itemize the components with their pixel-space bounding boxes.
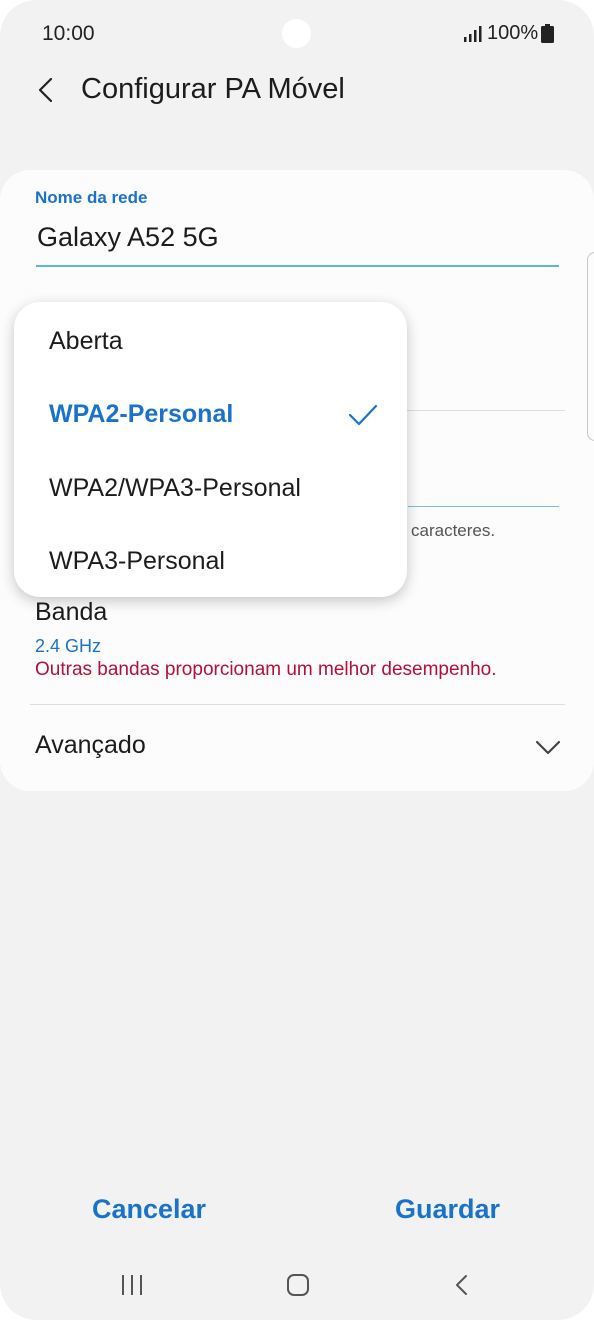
security-option-wpa3-personal[interactable]: WPA3-Personal — [14, 525, 407, 597]
chevron-down-icon — [535, 740, 561, 755]
network-name-input[interactable]: Galaxy A52 5G — [37, 222, 219, 253]
password-field-underline — [408, 506, 559, 507]
band-warning: Outras bandas proporcionam um melhor des… — [35, 659, 497, 680]
advanced-label: Avançado — [35, 731, 146, 759]
back-icon[interactable] — [32, 76, 60, 104]
network-name-label: Nome da rede — [35, 188, 148, 207]
status-bar: 10:00 100% — [0, 0, 594, 68]
recent-apps-icon[interactable] — [120, 1274, 144, 1296]
option-label: WPA2/WPA3-Personal — [49, 474, 301, 502]
security-option-aberta[interactable]: Aberta — [14, 305, 407, 377]
page-title: Configurar PA Móvel — [81, 73, 345, 105]
advanced-row[interactable]: Avançado — [0, 710, 594, 780]
cancel-button[interactable]: Cancelar — [92, 1194, 206, 1225]
battery-icon — [541, 24, 554, 43]
security-option-wpa2-personal[interactable]: WPA2-Personal — [14, 378, 407, 450]
divider — [30, 704, 565, 705]
check-icon — [348, 404, 378, 426]
home-icon[interactable] — [286, 1273, 310, 1297]
password-hint: caracteres. — [411, 521, 496, 540]
signal-icon — [464, 26, 482, 42]
phone-screen: 10:00 100% Configurar PA Móvel Nome da r… — [0, 0, 594, 1320]
nav-back-icon[interactable] — [454, 1274, 470, 1296]
camera-cutout — [282, 19, 311, 48]
band-value: 2.4 GHz — [35, 636, 102, 656]
band-label[interactable]: Banda — [35, 598, 107, 627]
navigation-bar — [0, 1262, 594, 1312]
scrollbar[interactable] — [587, 252, 594, 441]
battery-percentage: 100% — [487, 22, 539, 44]
bottom-actions: Cancelar Guardar — [0, 1188, 594, 1238]
option-label: WPA2-Personal — [49, 400, 234, 428]
save-button[interactable]: Guardar — [395, 1194, 500, 1225]
option-label: Aberta — [49, 327, 123, 355]
security-option-wpa2-wpa3-personal[interactable]: WPA2/WPA3-Personal — [14, 452, 407, 524]
network-name-underline — [36, 265, 559, 267]
security-dropdown-menu: Aberta WPA2-Personal WPA2/WPA3-Personal … — [14, 302, 407, 597]
header: Configurar PA Móvel — [0, 68, 594, 118]
status-time: 10:00 — [42, 22, 95, 45]
option-label: WPA3-Personal — [49, 547, 225, 575]
